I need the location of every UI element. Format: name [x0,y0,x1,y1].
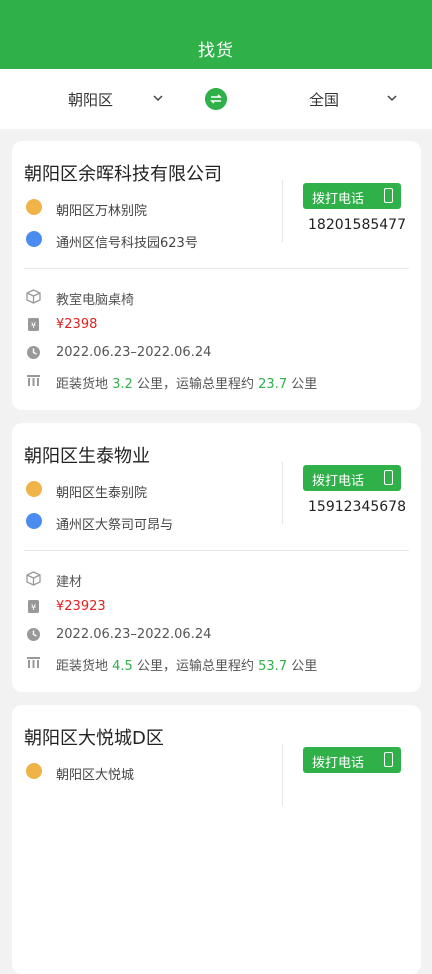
top-app-bar: 找货 [0,0,432,69]
package-icon [26,571,41,586]
phone-icon [384,188,393,203]
divider [24,550,409,551]
goods-text: 建材 [56,575,83,590]
call-button-label: 拨打电话 [312,756,365,771]
price-tag-icon: ¥ [28,600,39,613]
distance-mid-text: 公里，运输总里程约 [136,659,254,674]
distance-to-load: 4.5 [112,659,133,674]
svg-text:¥: ¥ [31,603,36,612]
distance-prefix: 距装货地 [56,659,109,674]
phone-icon [384,752,393,767]
warehouse-icon [27,375,40,386]
call-button-label: 拨打电话 [312,192,365,207]
divider [282,180,283,242]
goods-card[interactable]: 朝阳区生泰物业 朝阳区生泰别院 通州区大祭司可昂与 拨打电话 159123456… [12,423,421,692]
goods-text: 教室电脑桌椅 [56,293,135,308]
clock-icon [27,628,40,641]
divider [24,268,409,269]
distance-prefix: 距装货地 [56,377,109,392]
divider [282,462,283,524]
pickup-location-icon [26,481,42,497]
to-address-text: 通州区信号科技园623号 [56,236,198,251]
page-title: 找货 [198,41,234,61]
to-address-text: 通州区大祭司可昂与 [56,518,174,533]
distance-unit: 公里 [291,659,318,674]
from-address-text: 朝阳区万林别院 [56,204,148,219]
pickup-location-icon [26,199,42,215]
price-text: ¥2398 [56,317,98,332]
phone-icon [384,470,393,485]
distance-to-load: 3.2 [112,377,133,392]
distance-unit: 公里 [291,377,318,392]
warehouse-icon [27,657,40,668]
total-distance: 23.7 [258,377,288,392]
phone-number: 18201585477 [308,217,406,233]
from-address-text: 朝阳区大悦城 [56,768,135,783]
company-name: 朝阳区生泰物业 [24,446,150,467]
from-address-text: 朝阳区生泰别院 [56,486,148,501]
call-button[interactable]: 拨打电话 [303,183,401,209]
goods-card[interactable]: 朝阳区余晖科技有限公司 朝阳区万林别院 通州区信号科技园623号 拨打电话 18… [12,141,421,410]
price-tag-icon: ¥ [28,318,39,331]
chevron-down-icon[interactable] [153,93,163,103]
svg-text:¥: ¥ [31,321,36,330]
swap-icon[interactable] [205,88,227,110]
delivery-location-icon [26,513,42,529]
package-icon [26,289,41,304]
goods-list: 朝阳区余晖科技有限公司 朝阳区万林别院 通州区信号科技园623号 拨打电话 18… [0,131,432,974]
date-range-text: 2022.06.23–2022.06.24 [56,627,212,642]
distance-mid-text: 公里，运输总里程约 [136,377,254,392]
call-button[interactable]: 拨打电话 [303,465,401,491]
call-button-label: 拨打电话 [312,474,365,489]
phone-number: 15912345678 [308,499,406,515]
date-range-text: 2022.06.23–2022.06.24 [56,345,212,360]
pickup-location-icon [26,763,42,779]
goods-card[interactable]: 朝阳区大悦城D区 朝阳区大悦城 拨打电话 [12,705,421,974]
to-region-select[interactable]: 全国 [309,89,339,110]
divider [282,744,283,806]
clock-icon [27,346,40,359]
delivery-location-icon [26,231,42,247]
chevron-down-icon[interactable] [387,93,397,103]
from-region-select[interactable]: 朝阳区 [68,89,113,110]
company-name: 朝阳区余晖科技有限公司 [24,164,222,185]
price-text: ¥23923 [56,599,106,614]
company-name: 朝阳区大悦城D区 [24,728,164,749]
call-button[interactable]: 拨打电话 [303,747,401,773]
total-distance: 53.7 [258,659,288,674]
